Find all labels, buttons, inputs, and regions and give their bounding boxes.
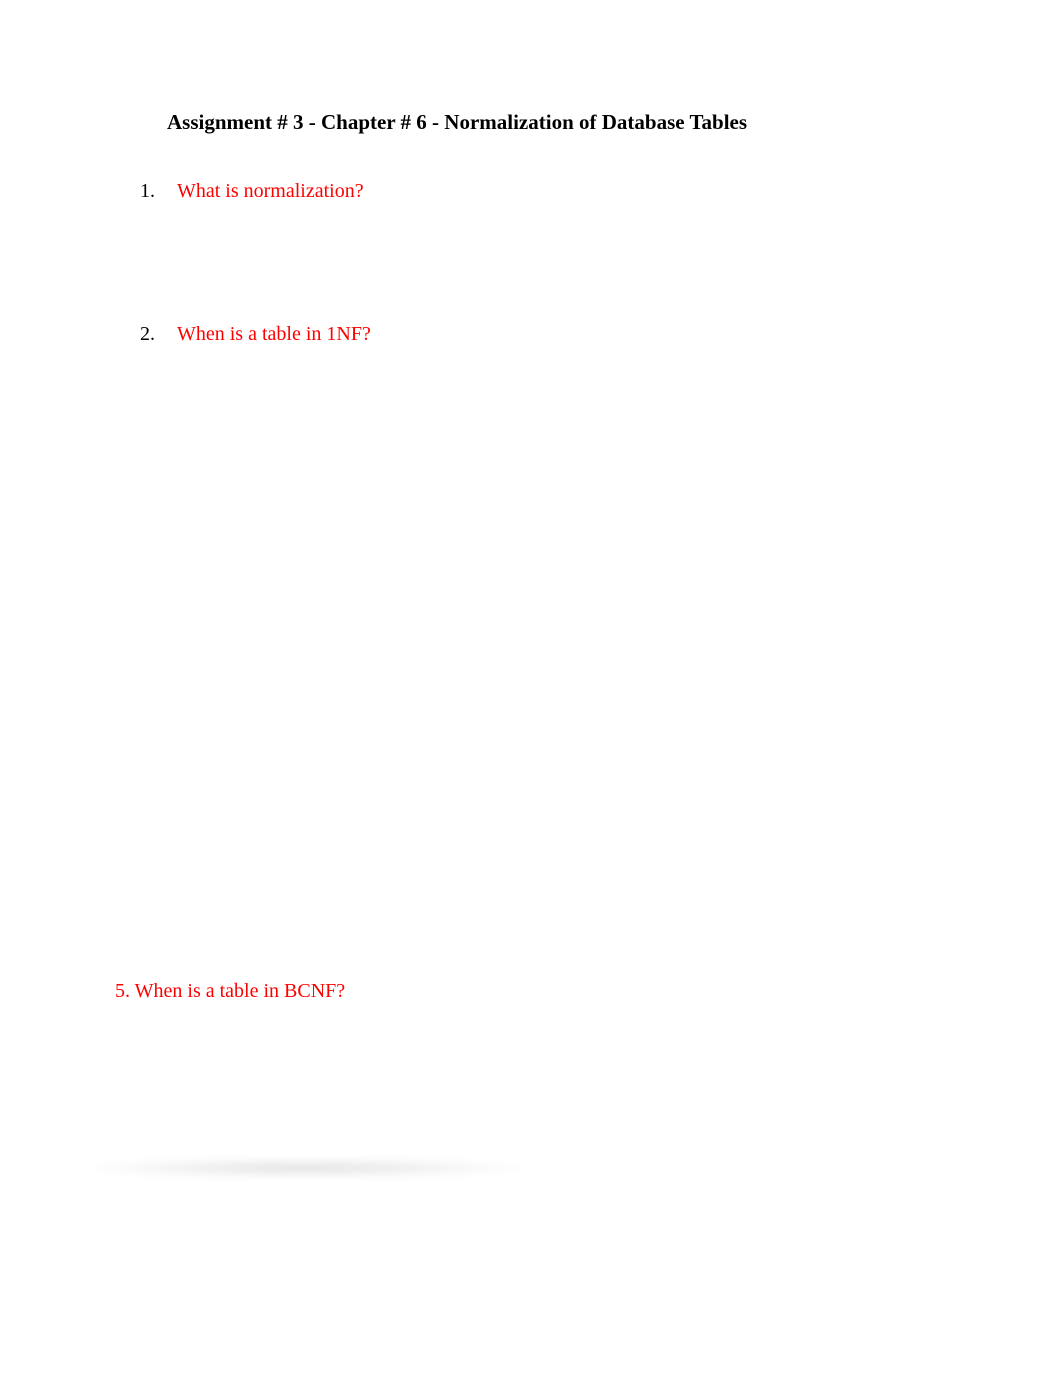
question-number: 2.: [140, 323, 155, 346]
question-text: 5. When is a table in BCNF?: [115, 980, 345, 1002]
document-page: Assignment # 3 - Chapter # 6 - Normaliza…: [0, 0, 1062, 1377]
question-item-1: 1. What is normalization?: [115, 180, 947, 203]
question-number: 1.: [140, 180, 155, 203]
question-item-5: 5. When is a table in BCNF?: [115, 980, 345, 1003]
question-text: When is a table in 1NF?: [177, 323, 371, 345]
question-text: What is normalization?: [177, 180, 364, 202]
page-title: Assignment # 3 - Chapter # 6 - Normaliza…: [167, 110, 947, 135]
question-item-2: 2. When is a table in 1NF?: [115, 323, 947, 346]
page-shadow: [90, 1159, 520, 1177]
